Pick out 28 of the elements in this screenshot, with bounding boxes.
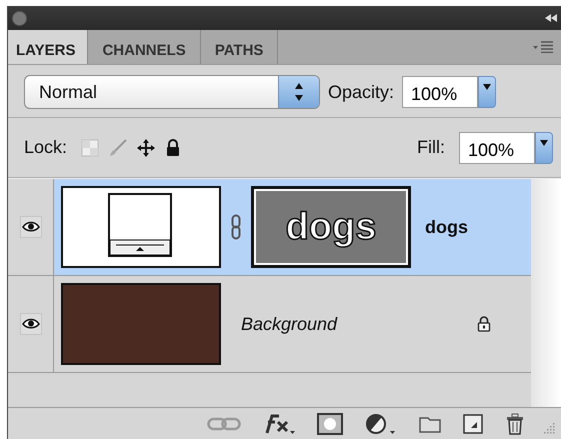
- lock-icon[interactable]: [165, 138, 182, 156]
- collapse-icon[interactable]: [545, 14, 557, 22]
- scroll-track[interactable]: [531, 179, 561, 407]
- layer-name[interactable]: dogs: [425, 216, 468, 238]
- resize-grip-icon[interactable]: [541, 421, 555, 435]
- folder-icon[interactable]: [419, 414, 441, 432]
- eye-icon[interactable]: [20, 216, 42, 238]
- panel-menu-icon[interactable]: [533, 41, 553, 53]
- layer-row[interactable]: Background: [8, 276, 531, 373]
- mask-thumbnail: dogs: [251, 186, 411, 268]
- trash-icon[interactable]: [505, 412, 525, 434]
- opacity-label: Opacity:: [328, 82, 394, 102]
- close-icon[interactable]: [12, 10, 27, 26]
- eye-icon[interactable]: [20, 313, 42, 335]
- fill-label: Fill:: [417, 137, 445, 158]
- mask-icon[interactable]: [317, 412, 343, 434]
- link-icon[interactable]: [231, 214, 241, 240]
- new-layer-icon[interactable]: [463, 414, 483, 434]
- lock-label: Lock:: [24, 137, 68, 158]
- stepper-icon: [294, 81, 304, 103]
- layer-name[interactable]: Background: [241, 314, 338, 334]
- dropdown-arrow-icon[interactable]: [540, 138, 548, 146]
- blend-mode-dropdown[interactable]: Normal: [24, 75, 320, 109]
- adjustment-icon[interactable]: [365, 412, 397, 434]
- effects-icon[interactable]: [263, 412, 295, 434]
- panel-tab[interactable]: LAYERS: [8, 30, 88, 64]
- dropdown-arrow-icon[interactable]: [483, 83, 492, 91]
- move-icon[interactable]: [137, 138, 156, 156]
